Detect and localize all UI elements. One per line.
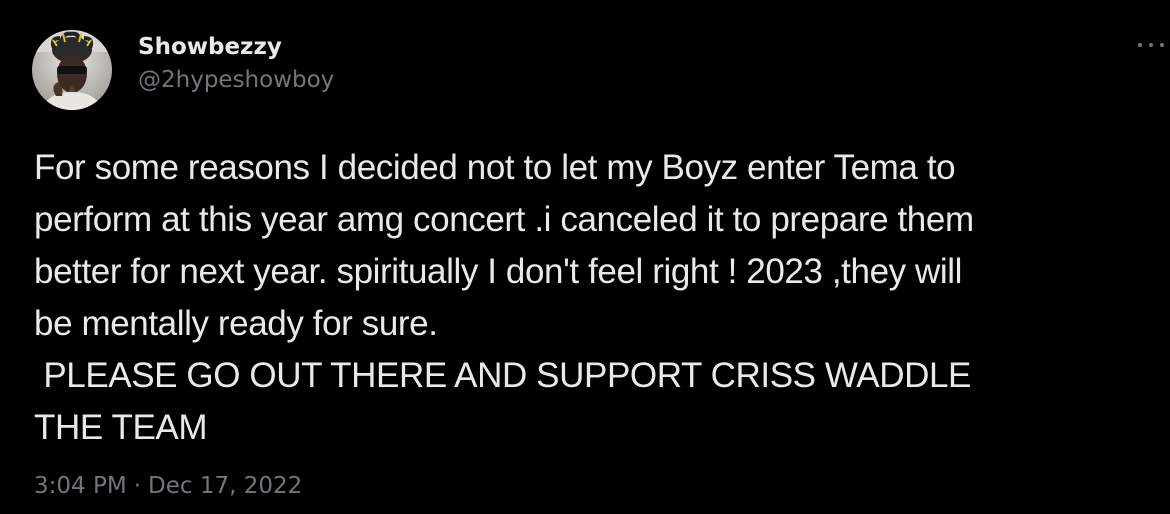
ellipsis-icon[interactable] xyxy=(1138,40,1164,50)
tweet-timestamp: 3:04 PM · Dec 17, 2022 xyxy=(34,468,302,504)
ellipsis-dot xyxy=(1138,43,1142,47)
display-name[interactable]: Showbezzy xyxy=(138,32,334,62)
tweet-header: Showbezzy @2hypeshowboy xyxy=(32,28,334,112)
tweet-text-line: perform at this year amg concert .i canc… xyxy=(34,200,974,239)
tweet-time[interactable]: 3:04 PM xyxy=(34,473,127,499)
tweet-text-line: THE TEAM xyxy=(34,408,208,447)
avatar[interactable] xyxy=(32,30,112,110)
ellipsis-dot xyxy=(1160,43,1164,47)
tweet-text-line: For some reasons I decided not to let my… xyxy=(34,148,956,187)
user-handle[interactable]: @2hypeshowboy xyxy=(138,64,334,96)
tweet-date[interactable]: Dec 17, 2022 xyxy=(148,473,302,499)
author-names: Showbezzy @2hypeshowboy xyxy=(138,32,334,96)
ellipsis-dot xyxy=(1149,43,1153,47)
profile-photo-icon xyxy=(32,30,112,110)
tweet-text-line: be mentally ready for sure. xyxy=(34,304,438,343)
tweet-card: Showbezzy @2hypeshowboy For some reasons… xyxy=(0,0,1170,514)
tweet-text-line: PLEASE GO OUT THERE AND SUPPORT CRISS WA… xyxy=(34,356,971,395)
tweet-text: For some reasons I decided not to let my… xyxy=(34,142,1170,454)
timestamp-separator: · xyxy=(133,473,141,499)
tweet-text-line: better for next year. spiritually I don'… xyxy=(34,252,963,291)
